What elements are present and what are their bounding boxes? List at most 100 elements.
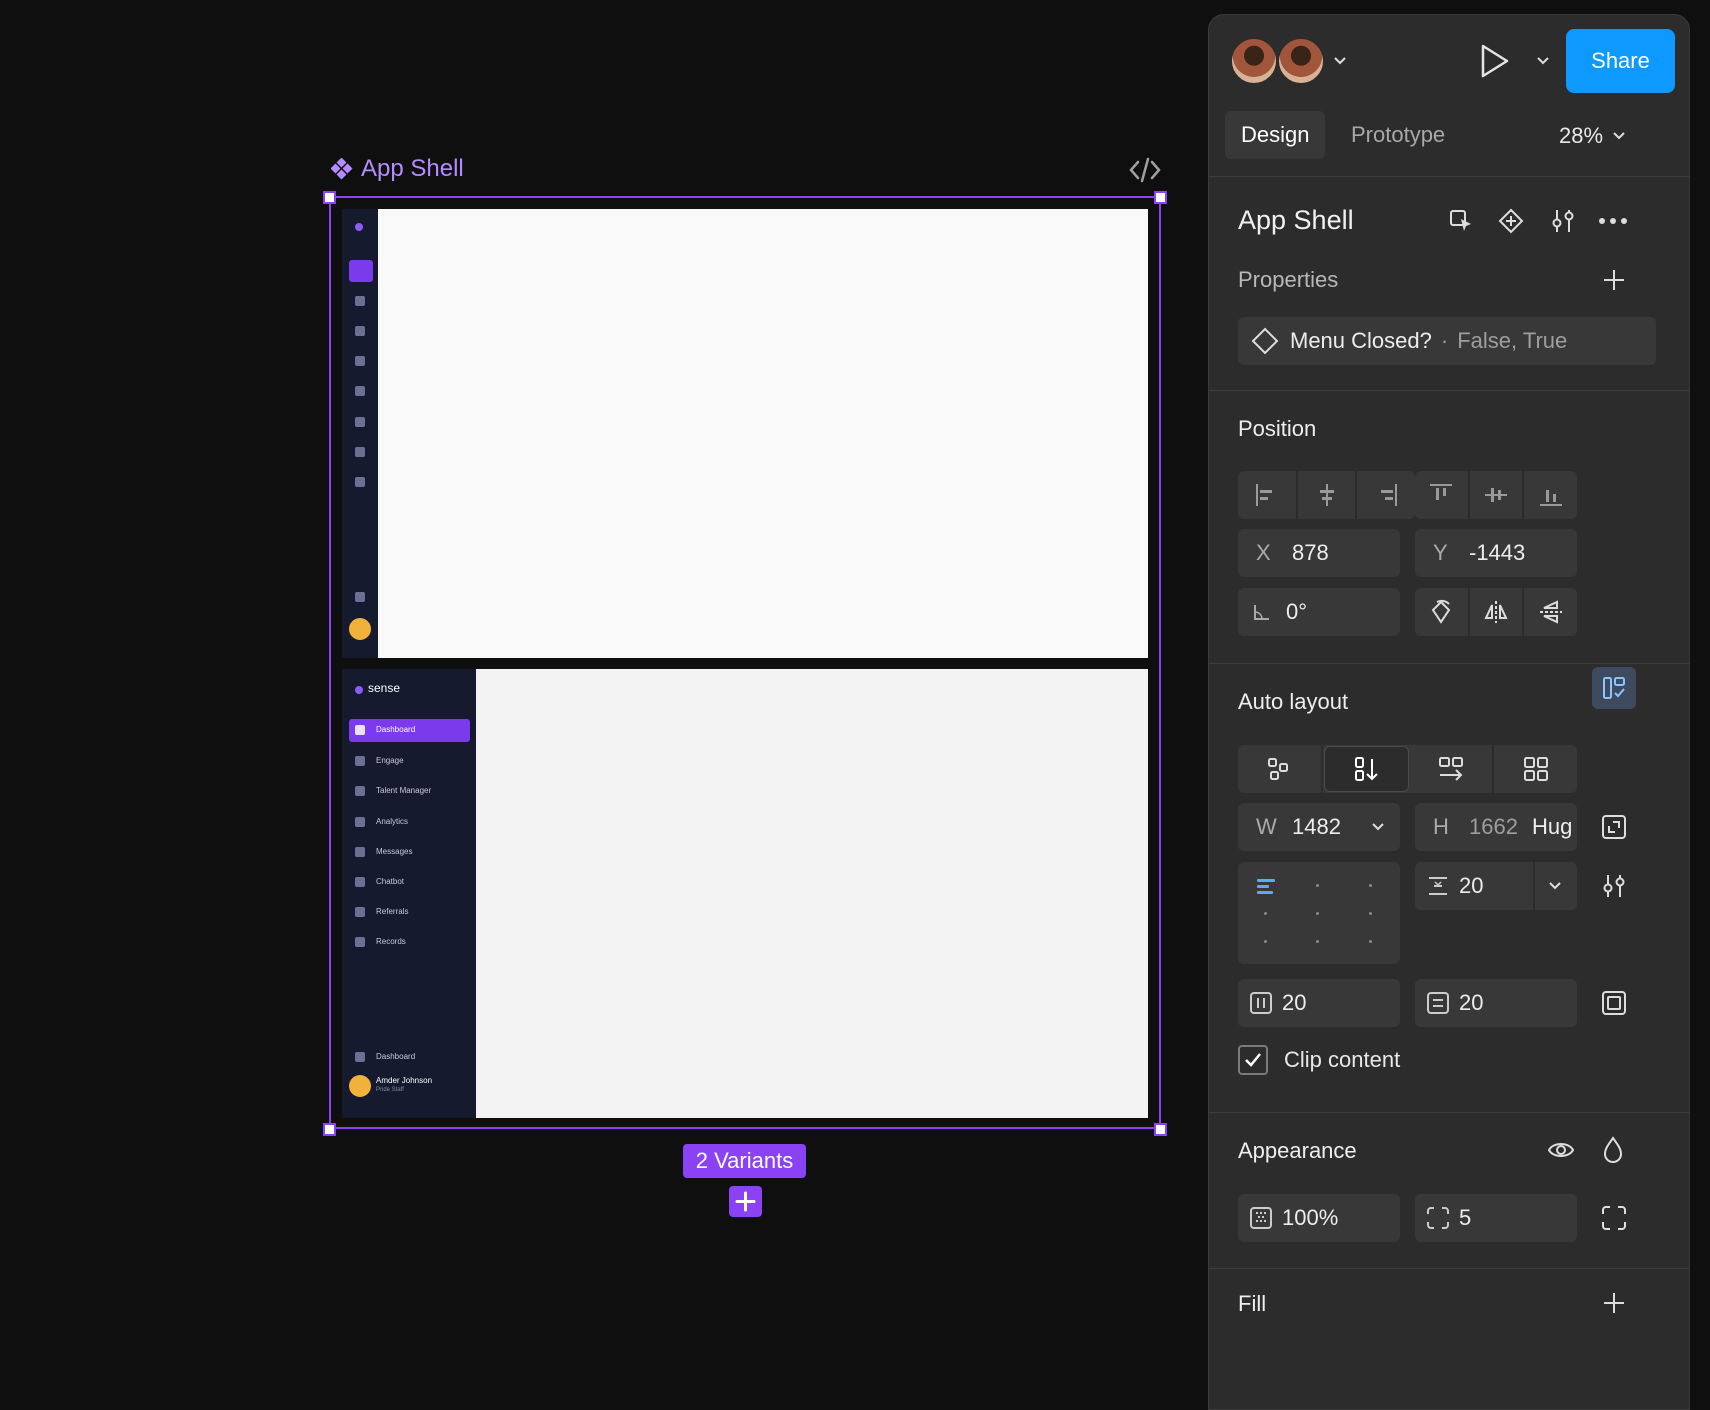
play-icon[interactable] — [1474, 41, 1514, 81]
add-fill-icon[interactable] — [1596, 1285, 1632, 1321]
nav-item-referrals[interactable]: Referrals — [349, 901, 470, 924]
chevron-down-icon — [1613, 132, 1625, 140]
individual-padding-icon[interactable] — [1596, 985, 1632, 1021]
align-middle-icon[interactable] — [1470, 471, 1525, 519]
share-button[interactable]: Share — [1566, 29, 1675, 93]
tab-prototype[interactable]: Prototype — [1335, 111, 1461, 159]
w-label: W — [1256, 814, 1277, 839]
align-bottom-icon[interactable] — [1524, 471, 1577, 519]
analytics-icon[interactable] — [355, 356, 365, 366]
layout-freeform-icon[interactable] — [1238, 745, 1323, 793]
chatbot-icon[interactable] — [355, 417, 365, 427]
user-name: Amder Johnson — [376, 1076, 433, 1085]
resize-handle-tl[interactable] — [323, 191, 336, 204]
nav-item-chatbot[interactable]: Chatbot — [349, 871, 470, 894]
chatbot-icon — [355, 877, 365, 887]
referrals-icon[interactable] — [355, 447, 365, 457]
nav-item-analytics[interactable]: Analytics — [349, 811, 470, 834]
x-field[interactable]: X 878 — [1238, 529, 1400, 577]
resize-to-fit-icon[interactable] — [1596, 809, 1632, 845]
avatar[interactable] — [349, 618, 371, 640]
nav-item-support[interactable]: Dashboard — [349, 1046, 470, 1069]
variant-menu-closed[interactable] — [342, 209, 1148, 658]
rotation-field[interactable]: 0° — [1238, 588, 1400, 636]
nav-item-messages[interactable]: Messages — [349, 841, 470, 864]
chevron-down-icon — [1549, 882, 1561, 890]
brand-name: sense — [368, 681, 401, 695]
adjust-icon[interactable] — [1545, 203, 1581, 239]
nav-item-engage[interactable]: Engage — [349, 750, 470, 773]
layout-vertical-icon[interactable] — [1323, 746, 1409, 792]
add-variant-button[interactable] — [729, 1186, 762, 1217]
align-right-icon[interactable] — [1357, 471, 1415, 519]
tab-design[interactable]: Design — [1225, 111, 1326, 159]
independent-corners-icon[interactable] — [1596, 1200, 1632, 1236]
align-dot — [1316, 940, 1319, 943]
resize-handle-tr[interactable] — [1154, 191, 1167, 204]
variant-menu-open[interactable]: sense Dashboard Engage Talent Manager An… — [342, 669, 1148, 1118]
layout-horizontal-icon[interactable] — [1410, 745, 1495, 793]
nav-item-dashboard[interactable]: Dashboard — [349, 719, 470, 742]
code-icon[interactable] — [1128, 155, 1162, 185]
vertical-padding-field[interactable]: 20 — [1415, 979, 1577, 1027]
divider — [1209, 390, 1689, 391]
align-left-icon[interactable] — [1238, 471, 1298, 519]
add-property-icon[interactable] — [1596, 262, 1632, 298]
opacity-field[interactable]: 100% — [1238, 1194, 1400, 1242]
select-instances-icon[interactable] — [1443, 203, 1479, 239]
zoom-level: 28% — [1559, 123, 1604, 148]
align-center-h-icon[interactable] — [1298, 471, 1358, 519]
component-set-frame[interactable]: sense Dashboard Engage Talent Manager An… — [329, 196, 1161, 1129]
more-icon[interactable] — [1595, 203, 1631, 239]
property-row[interactable]: Menu Closed? · False, True — [1238, 317, 1656, 365]
chevron-down-icon[interactable] — [1525, 43, 1561, 79]
flip-vertical-icon[interactable] — [1524, 588, 1577, 636]
clip-content-row[interactable]: Clip content — [1238, 1045, 1400, 1075]
component-icon[interactable] — [1493, 203, 1529, 239]
horizontal-padding-field[interactable]: 20 — [1238, 979, 1400, 1027]
talent-icon[interactable] — [355, 326, 365, 336]
messages-icon[interactable] — [355, 386, 365, 396]
divider — [1209, 663, 1689, 664]
engage-icon — [355, 756, 365, 766]
w-value: 1482 — [1292, 814, 1341, 839]
property-separator: · — [1440, 328, 1449, 353]
layout-settings-icon[interactable] — [1596, 868, 1632, 904]
resize-handle-bl[interactable] — [323, 1123, 336, 1136]
y-field[interactable]: Y -1443 — [1415, 529, 1577, 577]
records-icon[interactable] — [355, 477, 365, 487]
records-icon — [355, 937, 365, 947]
auto-layout-suggest-icon[interactable] — [1592, 667, 1636, 709]
resize-handle-br[interactable] — [1154, 1123, 1167, 1136]
frame-label[interactable]: App Shell — [331, 155, 464, 183]
home-icon[interactable] — [349, 260, 373, 282]
rotate-90-icon[interactable] — [1415, 588, 1470, 636]
gap-field[interactable]: 20 — [1415, 862, 1577, 910]
opacity-icon — [1250, 1207, 1272, 1229]
layout-grid-icon[interactable] — [1494, 745, 1577, 793]
support-icon[interactable] — [355, 592, 365, 602]
nav-item-talent-manager[interactable]: Talent Manager — [349, 780, 470, 803]
height-field[interactable]: H 1662 Hug — [1415, 803, 1577, 851]
alignment-grid[interactable] — [1238, 862, 1400, 964]
x-value: 878 — [1292, 540, 1329, 565]
chevron-down-icon — [1372, 823, 1384, 831]
brand-logo-icon — [355, 223, 363, 231]
eye-icon[interactable] — [1543, 1132, 1579, 1168]
blend-mode-icon[interactable] — [1595, 1132, 1631, 1168]
avatar[interactable] — [1230, 37, 1278, 85]
align-top-icon[interactable] — [1415, 471, 1470, 519]
chevron-down-icon[interactable] — [1322, 43, 1358, 79]
design-canvas[interactable]: App Shell sense Dashboard Engage Talent … — [0, 0, 1208, 1410]
corner-radius-field[interactable]: 5 — [1415, 1194, 1577, 1242]
clip-content-checkbox[interactable] — [1238, 1045, 1268, 1075]
flip-horizontal-icon[interactable] — [1470, 588, 1525, 636]
nav-item-records[interactable]: Records — [349, 931, 470, 954]
engage-icon[interactable] — [355, 296, 365, 306]
nav-label: Referrals — [376, 907, 409, 916]
user-card[interactable]: Amder Johnson Pride Staff — [349, 1073, 470, 1099]
zoom-control[interactable]: 28% — [1559, 123, 1625, 149]
avatar[interactable] — [1277, 37, 1325, 85]
width-field[interactable]: W 1482 — [1238, 803, 1400, 851]
expanded-sidebar: sense Dashboard Engage Talent Manager An… — [342, 669, 476, 1118]
